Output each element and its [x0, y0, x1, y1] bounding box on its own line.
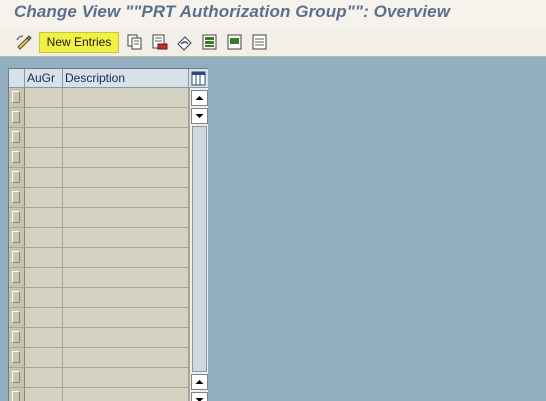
row-selector[interactable]: [9, 328, 25, 348]
scroll-up-button[interactable]: [191, 374, 208, 390]
arrow-down-icon: [195, 398, 204, 401]
table-settings-button[interactable]: [189, 69, 208, 88]
column-header-description[interactable]: Description: [63, 69, 189, 88]
description-cell[interactable]: [63, 148, 189, 168]
application-toolbar: New Entries: [0, 28, 546, 57]
row-selector[interactable]: [9, 128, 25, 148]
augr-cell[interactable]: [25, 88, 63, 108]
column-header-augr[interactable]: AuGr: [25, 69, 63, 88]
scroll-page-up-button[interactable]: [191, 90, 208, 106]
row-selector[interactable]: [9, 148, 25, 168]
scrollbar-track[interactable]: [192, 126, 207, 372]
augr-cell[interactable]: [25, 348, 63, 368]
description-cell[interactable]: [63, 88, 189, 108]
augr-cell[interactable]: [25, 128, 63, 148]
scroll-page-down-button[interactable]: [191, 108, 208, 124]
augr-cell[interactable]: [25, 308, 63, 328]
select-all-icon[interactable]: [200, 32, 220, 52]
row-selector[interactable]: [9, 288, 25, 308]
augr-cell[interactable]: [25, 328, 63, 348]
description-cell[interactable]: [63, 288, 189, 308]
description-cell[interactable]: [63, 128, 189, 148]
table-control: AuGr Description: [8, 68, 208, 401]
augr-cell[interactable]: [25, 208, 63, 228]
augr-cell[interactable]: [25, 368, 63, 388]
row-selector[interactable]: [9, 268, 25, 288]
undo-change-icon[interactable]: [175, 32, 195, 52]
augr-cell[interactable]: [25, 268, 63, 288]
row-selector[interactable]: [9, 248, 25, 268]
new-entries-button[interactable]: New Entries: [39, 32, 119, 53]
display-change-icon[interactable]: [14, 32, 34, 52]
delete-icon[interactable]: [150, 32, 170, 52]
arrow-down-icon: [195, 114, 204, 118]
row-selector[interactable]: [9, 188, 25, 208]
vertical-scrollbar[interactable]: [189, 88, 208, 401]
row-selector[interactable]: [9, 368, 25, 388]
description-cell[interactable]: [63, 228, 189, 248]
description-cell[interactable]: [63, 268, 189, 288]
augr-cell[interactable]: [25, 108, 63, 128]
row-selector[interactable]: [9, 108, 25, 128]
description-cell[interactable]: [63, 348, 189, 368]
row-selector[interactable]: [9, 228, 25, 248]
augr-cell[interactable]: [25, 188, 63, 208]
arrow-up-icon: [195, 380, 204, 384]
row-selector[interactable]: [9, 348, 25, 368]
page-title: Change View ""PRT Authorization Group"":…: [14, 2, 451, 21]
augr-cell[interactable]: [25, 148, 63, 168]
augr-cell[interactable]: [25, 168, 63, 188]
scroll-down-button[interactable]: [191, 392, 208, 401]
description-cell[interactable]: [63, 208, 189, 228]
title-bar: Change View ""PRT Authorization Group"":…: [0, 0, 546, 29]
row-selector[interactable]: [9, 388, 25, 401]
arrow-up-icon: [195, 96, 204, 100]
description-cell[interactable]: [63, 108, 189, 128]
augr-cell[interactable]: [25, 248, 63, 268]
row-selector[interactable]: [9, 208, 25, 228]
description-cell[interactable]: [63, 308, 189, 328]
augr-cell[interactable]: [25, 288, 63, 308]
description-cell[interactable]: [63, 188, 189, 208]
augr-cell[interactable]: [25, 228, 63, 248]
select-block-icon[interactable]: [225, 32, 245, 52]
description-cell[interactable]: [63, 168, 189, 188]
row-selector[interactable]: [9, 88, 25, 108]
description-cell[interactable]: [63, 388, 189, 401]
description-cell[interactable]: [63, 248, 189, 268]
row-selector[interactable]: [9, 308, 25, 328]
select-all-rows-button[interactable]: [9, 69, 25, 88]
copy-as-icon[interactable]: [125, 32, 145, 52]
description-cell[interactable]: [63, 328, 189, 348]
augr-cell[interactable]: [25, 388, 63, 401]
deselect-all-icon[interactable]: [250, 32, 270, 52]
table-settings-icon: [191, 71, 206, 86]
row-selector[interactable]: [9, 168, 25, 188]
description-cell[interactable]: [63, 368, 189, 388]
